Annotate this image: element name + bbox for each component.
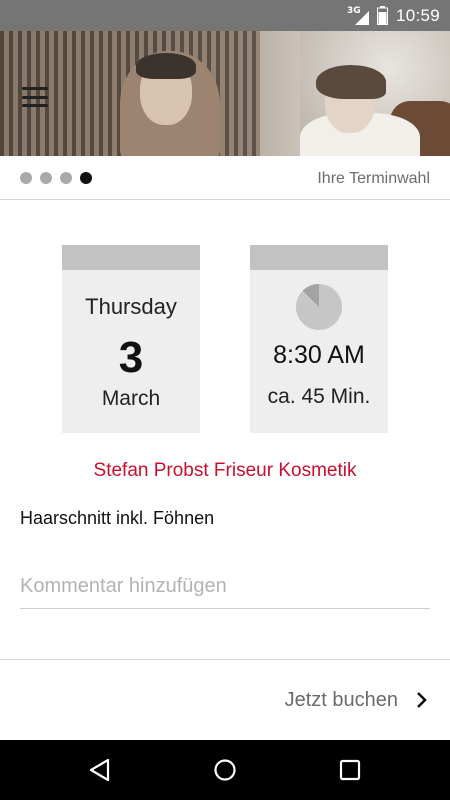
step-dot-4 [80,172,92,184]
battery-icon [376,6,388,25]
step-dot-2 [40,172,52,184]
step-dots [20,172,92,184]
date-card: Thursday 3 March [62,245,200,433]
step-dot-1 [20,172,32,184]
appointment-time: 8:30 AM [273,341,365,369]
signal-icon: 3G [347,5,369,27]
menu-line [22,95,48,99]
status-time: 10:59 [395,5,440,25]
hero-person-left-hair [136,53,196,79]
book-now-label: Jetzt buchen [284,688,398,711]
date-card-header [62,245,200,270]
step-dot-3 [60,172,72,184]
system-nav-bar [0,740,450,800]
hero-photo [0,31,450,156]
step-indicator-row: Ihre Terminwahl [0,156,450,200]
divider [0,659,450,660]
hero-person-right-hair [316,65,386,99]
menu-line [22,87,48,90]
hamburger-menu-icon[interactable] [22,87,48,107]
time-card: 8:30 AM ca. 45 Min. [250,245,388,433]
section-title: Ihre Terminwahl [317,170,430,187]
salon-name: Stefan Probst Friseur Kosmetik [93,460,357,481]
menu-line [22,104,48,107]
status-icons: 3G 10:59 [347,0,440,31]
home-icon[interactable] [213,758,237,782]
chevron-right-icon [417,692,427,708]
time-card-header [250,245,388,270]
comment-input[interactable] [20,565,430,609]
appointment-month: March [101,387,161,410]
appointment-day: 3 [118,333,144,382]
appointment-weekday: Thursday [85,294,177,319]
appointment-duration: ca. 45 Min. [267,385,371,408]
service-name: Haarschnitt inkl. Föhnen [20,508,215,528]
recent-apps-icon[interactable] [338,758,362,782]
back-icon[interactable] [88,758,112,782]
book-now-button[interactable]: Jetzt buchen [285,670,428,730]
status-bar: 3G 10:59 [0,0,450,31]
clock-icon [296,284,342,330]
